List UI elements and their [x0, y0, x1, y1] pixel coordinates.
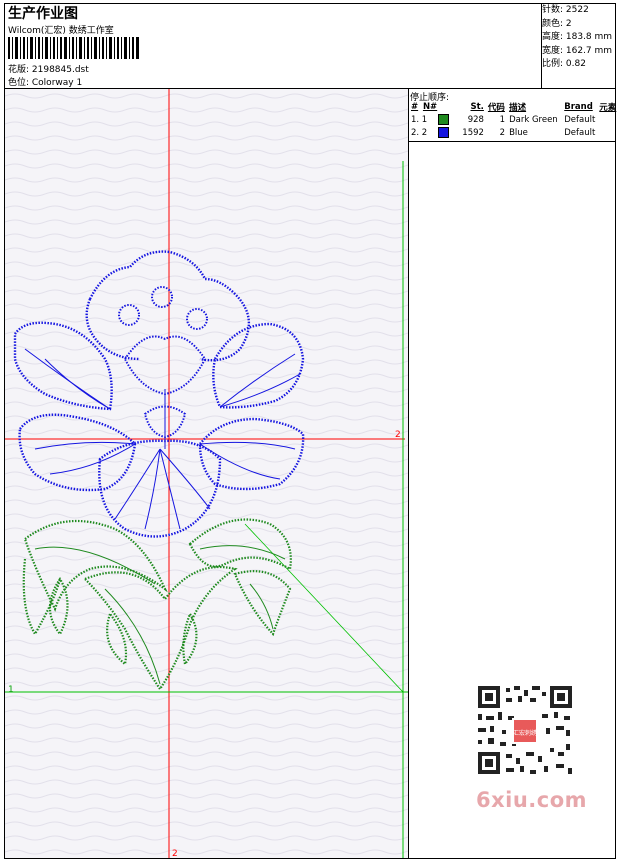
- color-swatch: [438, 114, 450, 125]
- watermark-logo: 6xiu.com: [476, 788, 588, 812]
- design-width: 宽度: 162.7 mm: [542, 45, 613, 56]
- col-stitches: St.: [470, 102, 484, 112]
- row-index: 1. 1: [411, 115, 428, 125]
- row-code: 1: [499, 114, 506, 125]
- col-hash: #: [411, 102, 419, 112]
- table-row[interactable]: 1. 1 928 1 Dark Green Default: [409, 113, 620, 126]
- embroidery-preview: 1 2 2: [5, 89, 408, 858]
- axis-label-1: 1: [8, 685, 14, 695]
- design-file: 花版: 2198845.dst: [8, 65, 89, 75]
- barcode: [8, 37, 139, 59]
- page-title: 生产作业图: [8, 6, 78, 22]
- col-brand: Brand: [564, 102, 593, 112]
- row-stitches: 928: [467, 114, 484, 125]
- col-needle: N#: [422, 102, 438, 112]
- stop-sequence-table: # N# St. 代码 描述 Brand 元素 1. 1 928 1 Dark …: [409, 101, 620, 139]
- stitch-count: 针数: 2522: [542, 5, 589, 15]
- colorway: 色位: Colorway 1: [8, 78, 83, 88]
- subtitle: Wilcom(汇宏) 数绣工作室: [8, 26, 114, 36]
- stats-panel: 针数: 2522 颜色: 2 高度: 183.8 mm 宽度: 162.7 mm…: [542, 4, 612, 72]
- col-element: 元素: [599, 103, 617, 113]
- row-brand: Default: [564, 127, 596, 138]
- col-desc: 描述: [509, 103, 527, 113]
- panel-divider: [408, 88, 409, 859]
- row-desc: Dark Green: [509, 114, 558, 125]
- axis-label-2-bottom: 2: [172, 849, 178, 858]
- qr-pattern: 汇宏刺绣: [472, 682, 576, 778]
- table-bottom-line: [409, 141, 616, 142]
- row-brand: Default: [564, 114, 596, 125]
- row-stitches: 1592: [462, 127, 484, 138]
- color-swatch: [438, 127, 450, 138]
- row-code: 2: [499, 127, 506, 138]
- stamp-text: 汇宏刺绣: [513, 729, 537, 737]
- design-canvas[interactable]: 1 2 2: [5, 89, 408, 858]
- qr-code: 汇宏刺绣: [472, 682, 576, 778]
- color-count: 颜色: 2: [542, 18, 572, 29]
- design-height: 高度: 183.8 mm: [542, 32, 613, 42]
- row-index: 2. 2: [411, 128, 428, 138]
- col-code: 代码: [487, 103, 505, 113]
- design-scale: 比例: 0.82: [542, 59, 586, 69]
- row-desc: Blue: [509, 127, 528, 138]
- axis-label-2-right: 2: [395, 430, 401, 440]
- table-row[interactable]: 2. 2 1592 2 Blue Default: [409, 126, 620, 139]
